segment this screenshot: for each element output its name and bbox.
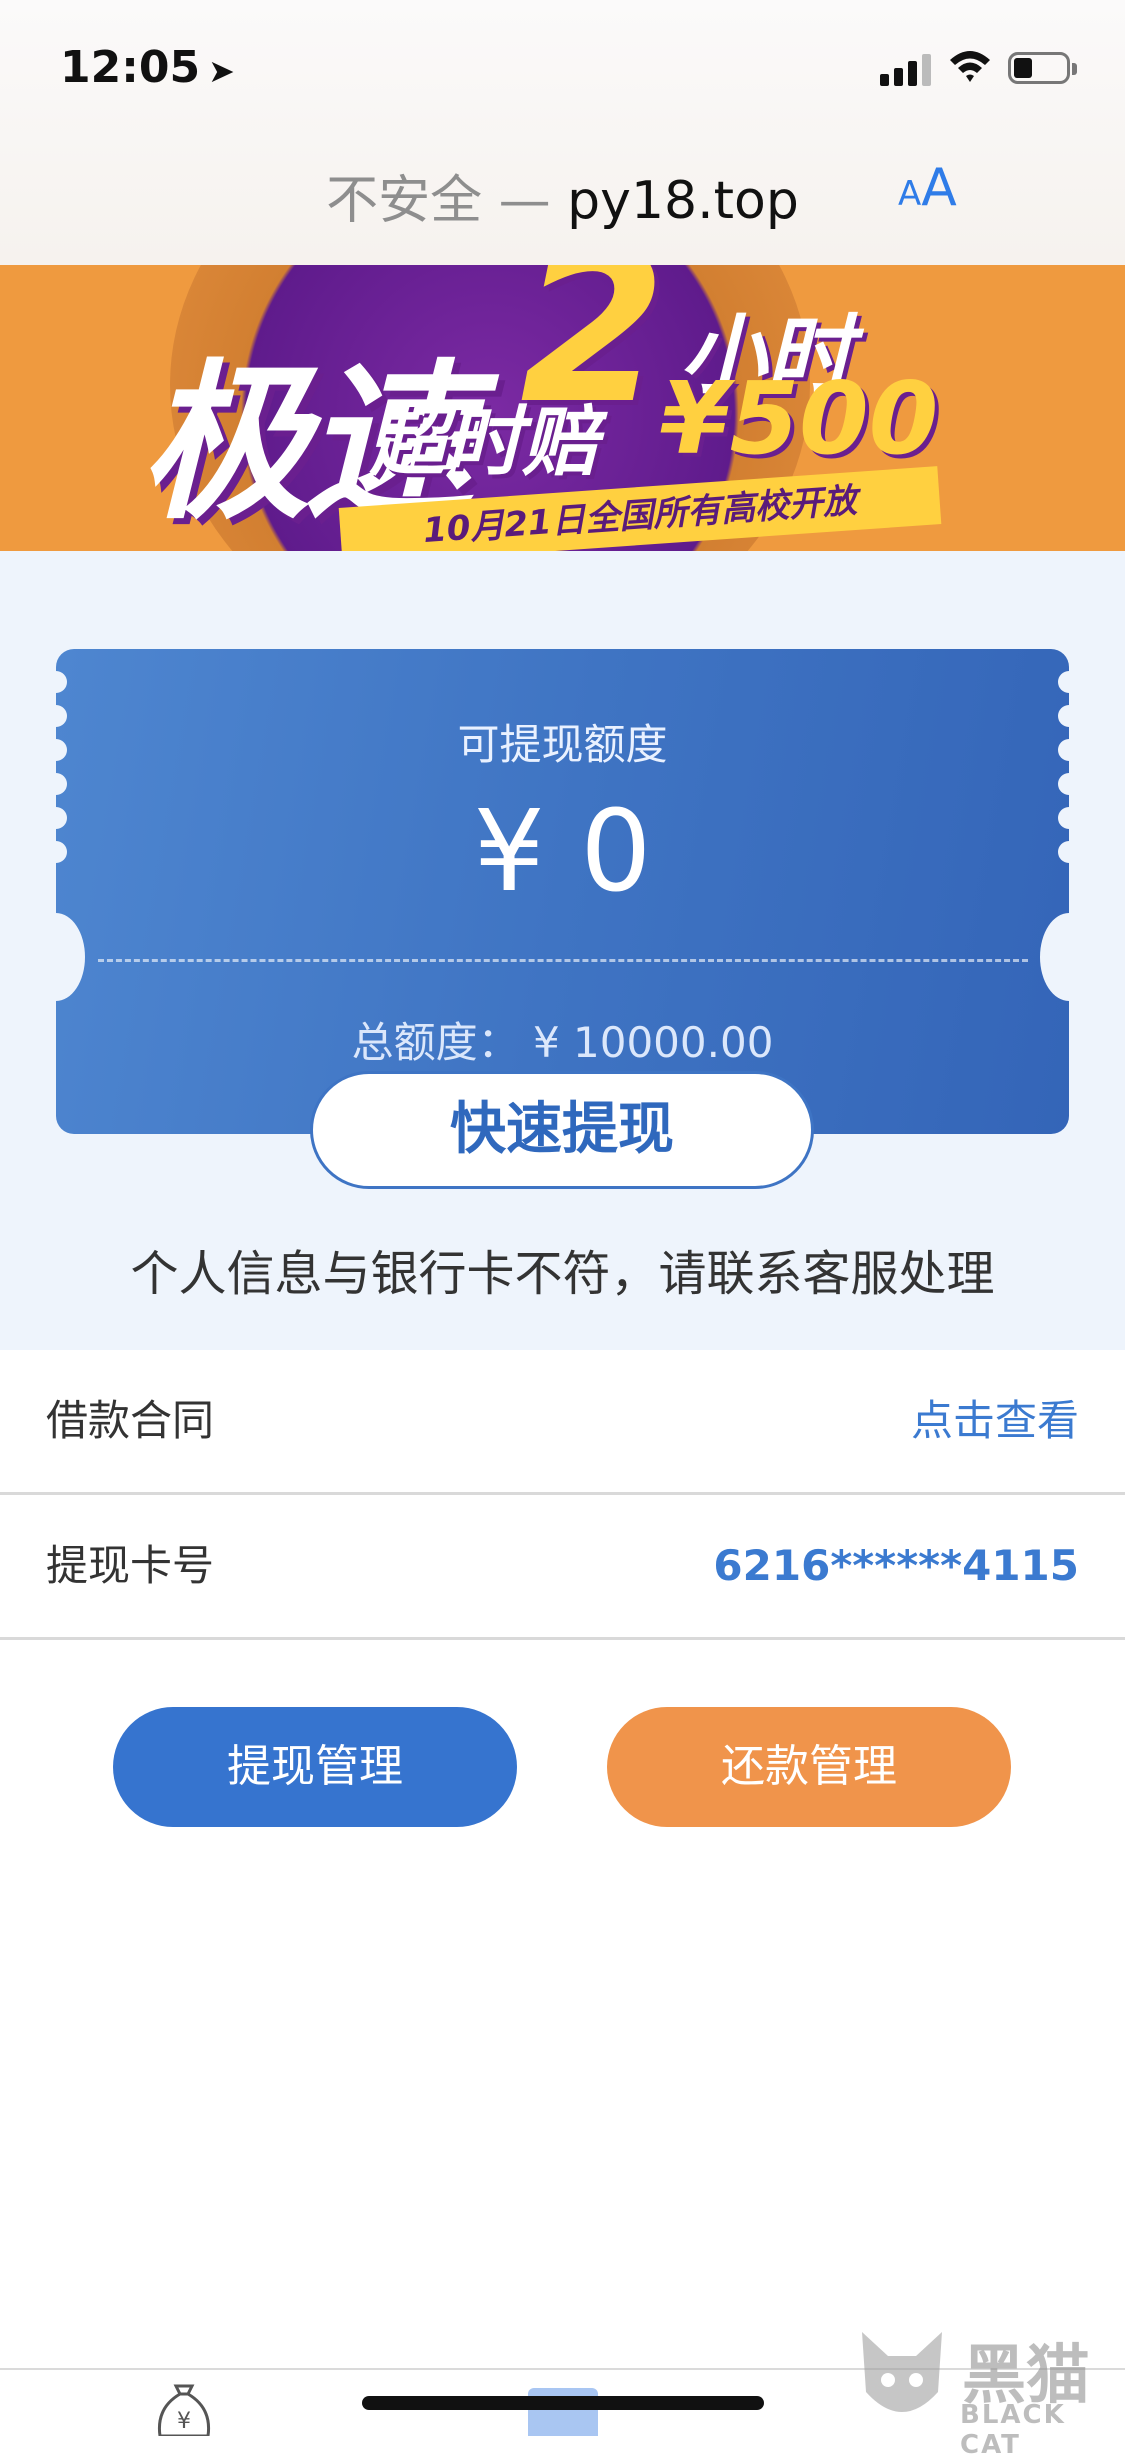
withdraw-card-row: 提现卡号 6216******4115 — [0, 1495, 1125, 1640]
cat-logo-icon — [862, 2332, 942, 2412]
credit-ticket: 可提现额度 ¥ 0 总额度： ¥ 10000.00 — [56, 649, 1069, 1134]
ticket-divider — [98, 959, 1028, 962]
total-credit-label: 总额度： — [351, 1018, 520, 1067]
banner-overtime-text: 超时赔 — [370, 397, 598, 486]
withdraw-manage-button[interactable]: 提现管理 — [113, 1707, 517, 1827]
text-size-small-glyph: A — [898, 174, 922, 214]
loan-contract-row[interactable]: 借款合同 点击查看 — [0, 1350, 1125, 1495]
text-size-button[interactable]: AA — [898, 158, 957, 218]
withdraw-card-number: 6216******4115 — [713, 1541, 1079, 1590]
browser-header: 12:05 ➤ 不安全 — py18.top AA — [0, 0, 1125, 265]
total-credit: 总额度： ¥ 10000.00 — [56, 1009, 1069, 1070]
banner-compensation: ¥500 — [660, 360, 939, 477]
repay-manage-button[interactable]: 还款管理 — [607, 1707, 1011, 1827]
money-bag-glyph: ¥ — [177, 2409, 191, 2434]
text-size-large-glyph: A — [921, 158, 957, 218]
cellular-signal-icon — [880, 52, 934, 86]
wifi-icon — [950, 51, 990, 82]
url-domain: py18.top — [567, 171, 799, 231]
view-contract-link[interactable]: 点击查看 — [911, 1350, 1079, 1492]
location-arrow-icon: ➤ — [208, 52, 235, 90]
total-credit-value: ¥ 10000.00 — [532, 1018, 774, 1067]
credit-card-section: 可提现额度 ¥ 0 总额度： ¥ 10000.00 快速提现 个人信息与银行卡不… — [0, 551, 1125, 1350]
home-indicator — [362, 2396, 764, 2410]
available-credit-value: ¥ 0 — [473, 787, 652, 917]
account-notice: 个人信息与银行卡不符，请联系客服处理 — [130, 1246, 995, 1302]
withdraw-card-label: 提现卡号 — [46, 1541, 215, 1590]
quick-withdraw-button[interactable]: 快速提现 — [310, 1071, 814, 1189]
battery-icon — [1008, 52, 1078, 86]
watermark-logo: 黑猫 BLACK CAT — [852, 2320, 1122, 2460]
watermark-en: BLACK CAT — [960, 2400, 1066, 2460]
status-time: 12:05 ➤ — [60, 42, 235, 93]
loan-contract-label: 借款合同 — [46, 1396, 215, 1445]
money-bag-icon[interactable]: ¥ — [152, 2382, 216, 2436]
promo-banner[interactable]: 极速 2 小时 超时赔 ¥500 10月21日全国所有高校开放 — [0, 265, 1125, 551]
insecure-label: 不安全 — — [326, 171, 551, 231]
available-credit-label: 可提现额度 — [457, 720, 668, 769]
status-time-text: 12:05 — [60, 42, 201, 93]
